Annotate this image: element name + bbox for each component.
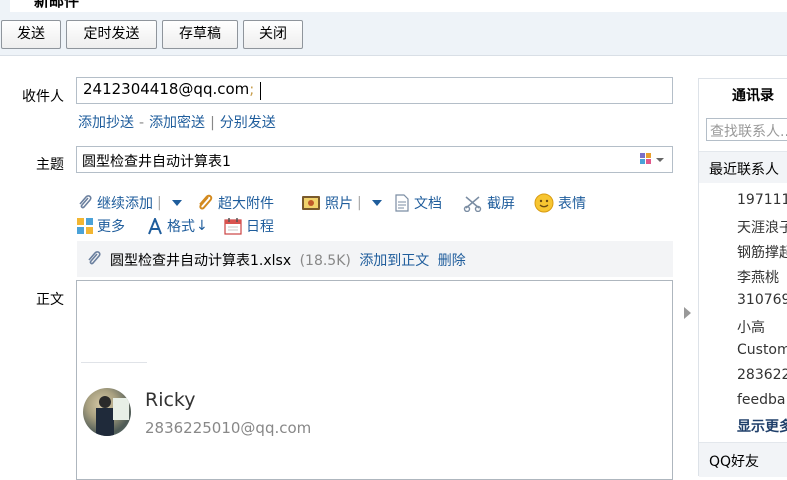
emoji-tool[interactable]: 表情 — [534, 193, 586, 213]
recipient-options: 添加抄送 - 添加密送 | 分别发送 — [78, 115, 276, 131]
contact-item[interactable]: 李燕桃 — [737, 267, 779, 287]
save-draft-button[interactable]: 存草稿 — [162, 20, 238, 49]
add-to-body-link[interactable]: 添加到正文 — [359, 253, 429, 269]
calendar-icon — [224, 218, 242, 235]
send-button[interactable]: 发送 — [1, 20, 61, 49]
chevron-down-icon[interactable] — [371, 200, 382, 206]
recipient-label: 收件人 — [22, 89, 64, 105]
signature-email: 2836225010@qq.com — [145, 419, 312, 437]
contacts-panel: 通讯录 查找联系人... 最近联系人 1971111 天涯浪子 钢筋撑起 李燕桃… — [698, 78, 787, 477]
scheduled-send-button[interactable]: 定时发送 — [66, 20, 157, 49]
document-icon — [395, 194, 409, 212]
schedule-tool[interactable]: 日程 — [224, 216, 274, 236]
subject-value: 圆型检查井自动计算表1 — [82, 154, 231, 170]
subject-label: 主题 — [36, 157, 64, 173]
contact-item[interactable]: 2836225 — [737, 367, 787, 383]
scissors-icon — [463, 196, 482, 212]
screenshot-tool[interactable]: 截屏 — [463, 193, 515, 213]
text-caret — [260, 82, 261, 100]
recent-contacts-header[interactable]: 最近联系人 — [699, 151, 787, 183]
format-arrow-icon: ↓ — [196, 218, 208, 234]
recipient-token[interactable]: 2412304418@qq.com; — [83, 80, 254, 98]
delete-attachment-link[interactable]: 删除 — [438, 253, 466, 269]
smiley-icon — [534, 193, 554, 213]
tab-strip — [128, 0, 787, 12]
photo-tool[interactable]: 照片 | — [301, 193, 382, 213]
contact-item[interactable]: 天涯浪子 — [737, 217, 787, 237]
contact-item[interactable]: 小高 — [737, 317, 765, 337]
recipient-field[interactable]: 2412304418@qq.com; — [76, 77, 673, 104]
format-a-icon — [148, 217, 162, 234]
top-area: 新邮件 发送 定时发送 存草稿 关闭 — [0, 0, 787, 56]
contacts-title[interactable]: 通讯录 — [732, 85, 774, 105]
signature-divider — [81, 362, 147, 363]
large-attachment-tool[interactable]: 超大附件 — [196, 193, 274, 213]
contact-item[interactable]: feedba — [737, 392, 786, 408]
qq-friends-header[interactable]: QQ好友 — [699, 442, 787, 477]
body-label: 正文 — [36, 292, 64, 308]
add-bcc-link[interactable]: 添加密送 — [149, 115, 205, 131]
subject-color-picker-icon[interactable] — [640, 153, 666, 171]
collapse-panel-icon[interactable] — [684, 307, 691, 319]
contact-item[interactable]: 1971111 — [737, 192, 787, 208]
tab-new-mail[interactable]: 新邮件 — [10, 0, 128, 12]
subject-field[interactable]: 圆型检查井自动计算表1 — [76, 146, 673, 173]
attachment-item: 圆型检查井自动计算表1.xlsx (18.5K) 添加到正文 删除 — [77, 241, 673, 277]
contact-item[interactable]: 钢筋撑起 — [737, 242, 787, 262]
attachment-paperclip-icon — [86, 250, 102, 272]
format-tool[interactable]: 格式 ↓ — [147, 216, 208, 236]
grid-icon — [77, 218, 93, 234]
document-tool[interactable]: 文档 — [394, 193, 442, 213]
show-more-link[interactable]: 显示更多 — [737, 416, 787, 436]
continue-add-tool[interactable]: 继续添加 | — [77, 193, 182, 213]
toolbar-divider — [0, 55, 787, 56]
signature-name: Ricky — [145, 389, 196, 411]
photo-icon — [302, 196, 320, 210]
close-button[interactable]: 关闭 — [243, 20, 303, 49]
attachment-size: (18.5K) — [299, 253, 351, 269]
separate-send-link[interactable]: 分别发送 — [220, 115, 276, 131]
message-body-editor[interactable]: Ricky 2836225010@qq.com — [76, 280, 673, 480]
contact-item[interactable]: Custom — [737, 342, 787, 358]
paperclip-icon — [79, 195, 92, 209]
attachment-filename[interactable]: 圆型检查井自动计算表1.xlsx — [110, 253, 291, 269]
more-tool[interactable]: 更多 — [77, 216, 125, 236]
contact-search-input[interactable]: 查找联系人... — [706, 118, 787, 141]
chevron-down-icon[interactable] — [171, 200, 182, 206]
add-cc-link[interactable]: 添加抄送 — [78, 115, 134, 131]
contact-item[interactable]: 3107692 — [737, 292, 787, 308]
large-paperclip-icon — [199, 194, 213, 210]
signature-avatar — [83, 388, 131, 436]
